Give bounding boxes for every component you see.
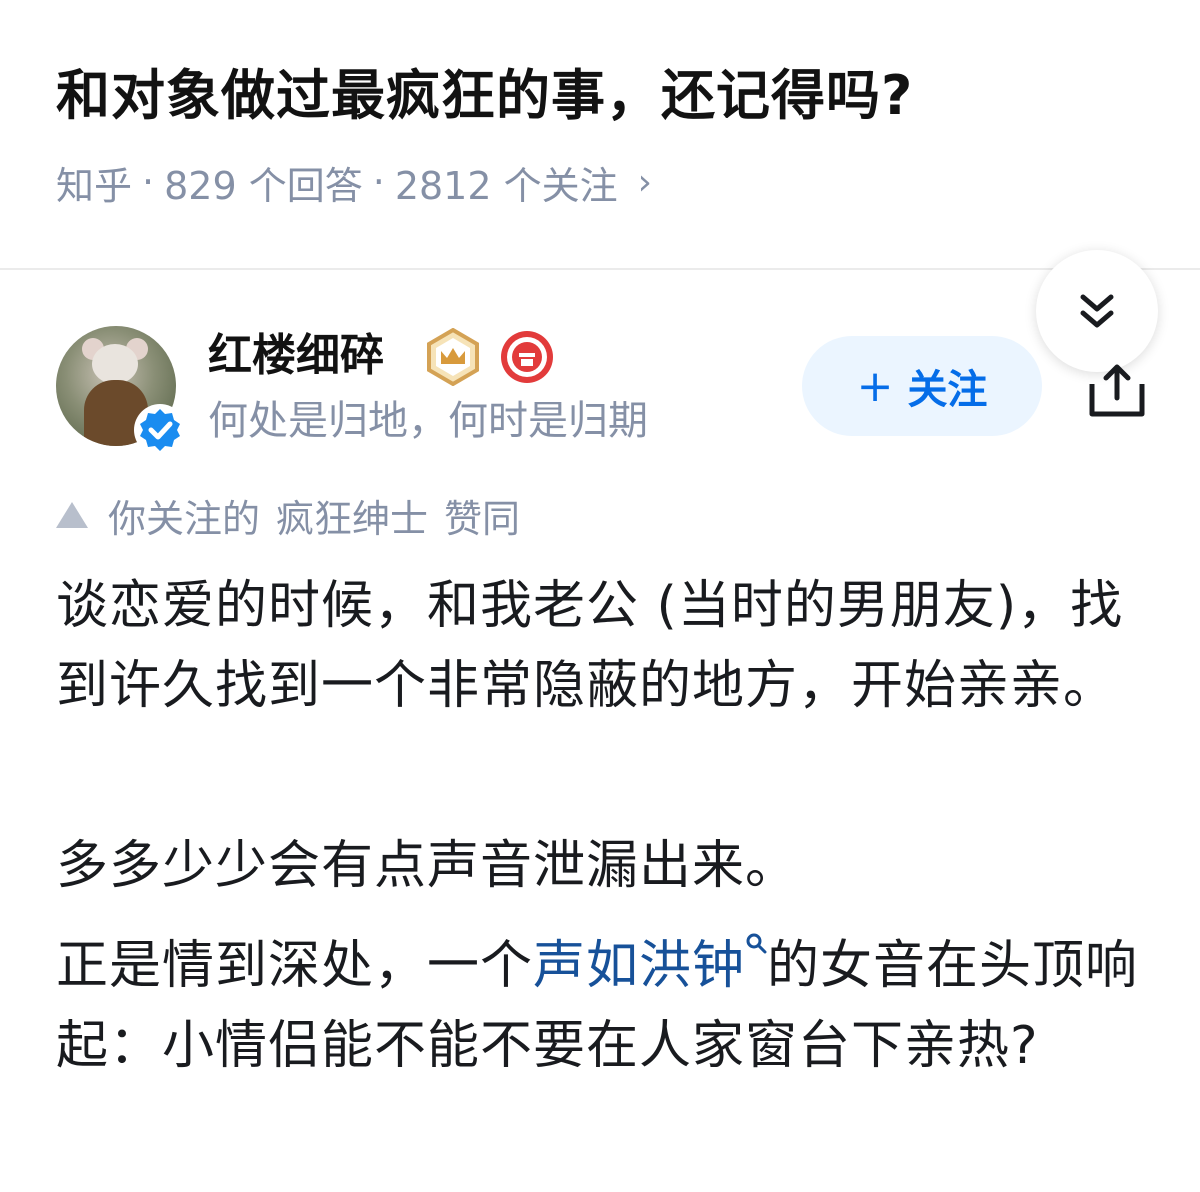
chevron-right-icon: › bbox=[637, 161, 653, 203]
divider bbox=[0, 268, 1200, 270]
author-name[interactable]: 红楼细碎 bbox=[208, 326, 384, 386]
source-label: 知乎 bbox=[56, 163, 133, 208]
follow-label: 关注 bbox=[907, 367, 988, 413]
meta-separator: · bbox=[372, 160, 385, 204]
red-medal-badge-icon[interactable] bbox=[498, 328, 556, 386]
search-icon[interactable] bbox=[745, 932, 767, 954]
voted-user[interactable]: 疯狂绅士 bbox=[276, 488, 428, 543]
answer-count: 829 个回答 bbox=[164, 163, 363, 208]
share-icon[interactable] bbox=[1084, 362, 1150, 422]
answer-paragraph: 谈恋爱的时候，和我老公 (当时的男朋友)，找到许久找到一个非常隐蔽的地方，开始亲… bbox=[56, 576, 1124, 716]
answer-paragraph: 正是情到深处，一个声如洪钟 的女音在头顶响起：小情侣能不能不要在人家窗台下亲热? bbox=[56, 926, 1156, 1086]
verified-check-icon bbox=[134, 404, 186, 456]
question-title[interactable]: 和对象做过最疯狂的事，还记得吗? bbox=[56, 58, 1156, 134]
upvoted-by-line: 你关注的 疯狂绅士 赞同 bbox=[56, 488, 520, 542]
crown-badge-icon[interactable] bbox=[424, 328, 482, 386]
double-chevron-down-icon bbox=[1080, 294, 1114, 328]
search-link[interactable]: 声如洪钟 bbox=[533, 936, 745, 996]
answer-paragraph: 多多少少会有点声音泄漏出来。 bbox=[56, 836, 799, 896]
meta-separator: · bbox=[142, 160, 155, 204]
question-meta[interactable]: 知乎 · 829 个回答 · 2812 个关注 › bbox=[56, 156, 652, 208]
plus-icon: + bbox=[856, 360, 894, 412]
author-bio: 何处是归地，何时是归期 bbox=[208, 398, 648, 444]
voted-suffix: 赞同 bbox=[444, 496, 521, 541]
follow-button[interactable]: + 关注 bbox=[802, 336, 1042, 436]
follower-count: 2812 个关注 bbox=[394, 163, 618, 208]
voted-prefix: 你关注的 bbox=[108, 496, 261, 541]
paragraph-text: 正是情到深处，一个 bbox=[56, 936, 534, 996]
upvote-triangle-icon bbox=[56, 502, 88, 528]
collapse-button[interactable] bbox=[1036, 250, 1158, 372]
